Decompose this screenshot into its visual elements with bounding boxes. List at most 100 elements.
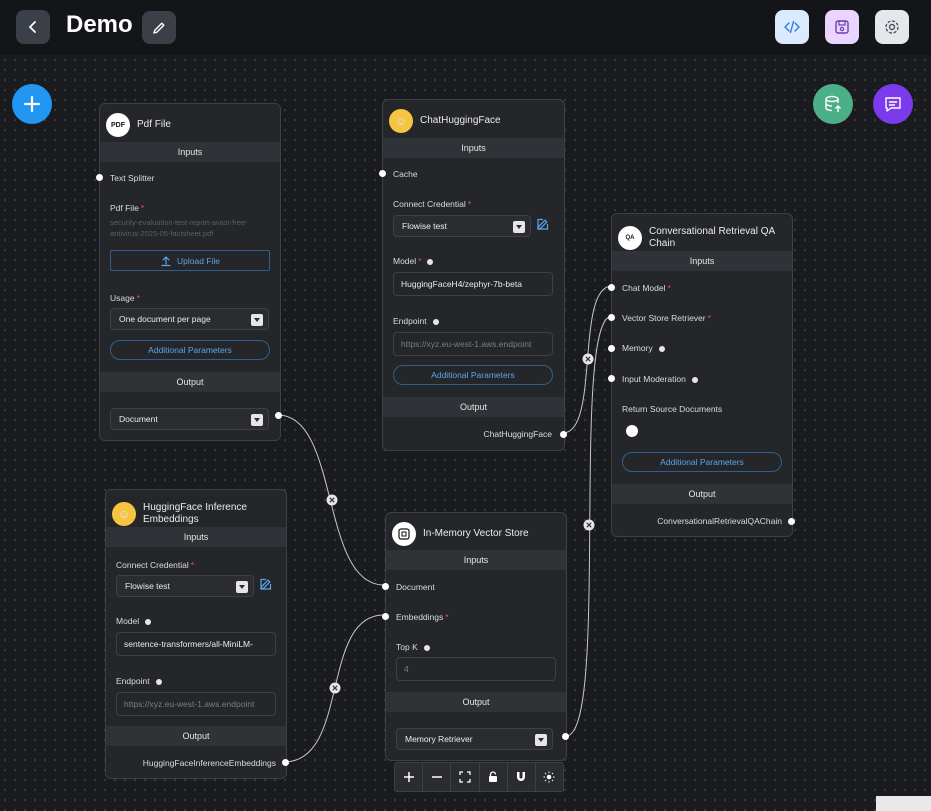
usage-label: Usage *: [110, 293, 140, 303]
topk-label: Top K: [396, 642, 430, 652]
return-source-toggle[interactable]: [626, 425, 650, 437]
text-splitter-label: Text Splitter: [110, 173, 155, 183]
huggingface-icon: ☺: [389, 109, 413, 133]
info-icon: [658, 345, 665, 352]
background-toggle-button[interactable]: [536, 763, 563, 791]
model-label: Model *: [393, 256, 434, 266]
zoom-out-icon: [431, 776, 442, 778]
additional-parameters-button[interactable]: Additional Parameters: [622, 452, 782, 472]
chat-huggingface-node[interactable]: ☺ ChatHuggingFace Inputs Cache Connect C…: [379, 99, 567, 451]
embeddings-output-handle[interactable]: [282, 759, 289, 766]
edge-delete-button[interactable]: [582, 353, 594, 365]
fit-view-button[interactable]: [451, 763, 480, 791]
pdf-file-node[interactable]: PDF Pdf File Inputs Text Splitter Pdf Fi…: [96, 103, 282, 441]
chevron-down-icon: [251, 414, 263, 426]
node-title: In-Memory Vector Store: [423, 528, 529, 539]
pdf-file-label: Pdf File *: [110, 203, 145, 213]
node-title: Pdf File: [137, 119, 171, 130]
sun-icon: [543, 771, 555, 783]
info-icon: [691, 376, 698, 383]
snap-button[interactable]: [508, 763, 536, 791]
model-label: Model: [116, 616, 152, 626]
memory-label: Memory: [622, 343, 665, 353]
lock-button[interactable]: [480, 763, 508, 791]
endpoint-input[interactable]: https://xyz.eu-west-1.aws.endpoint: [393, 332, 553, 356]
chat-model-handle[interactable]: [608, 284, 615, 291]
qa-output-handle[interactable]: [788, 518, 795, 525]
usage-select[interactable]: One document per page: [110, 308, 269, 330]
credential-label: Connect Credential *: [116, 560, 195, 570]
output-header: Output: [612, 484, 792, 504]
credential-label: Connect Credential *: [393, 199, 472, 209]
huggingface-icon: ☺: [112, 502, 136, 526]
node-title: HuggingFace Inference Embeddings: [143, 502, 247, 525]
info-icon: [423, 644, 430, 651]
minimap: [876, 796, 931, 811]
inputs-header: Inputs: [612, 251, 792, 271]
vector-retriever-handle[interactable]: [608, 314, 615, 321]
return-source-label: Return Source Documents: [622, 404, 723, 414]
model-input[interactable]: sentence-transformers/all-MiniLM-: [116, 632, 276, 656]
topk-input[interactable]: 4: [396, 657, 556, 681]
model-input[interactable]: HuggingFaceH4/zephyr-7b-beta: [393, 272, 553, 296]
output-select[interactable]: Document: [110, 408, 269, 430]
info-icon: [427, 258, 434, 265]
output-header: Output: [100, 372, 280, 392]
edit-credential-icon[interactable]: [536, 217, 550, 231]
credential-select[interactable]: Flowise test: [116, 575, 254, 597]
chat-model-label: Chat Model *: [622, 283, 671, 293]
inputs-header: Inputs: [100, 142, 280, 162]
info-icon: [145, 618, 152, 625]
additional-parameters-button[interactable]: Additional Parameters: [393, 365, 553, 385]
cache-handle[interactable]: [379, 170, 386, 177]
edge-delete-button[interactable]: [326, 494, 338, 506]
endpoint-input[interactable]: https://xyz.eu-west-1.aws.endpoint: [116, 692, 276, 716]
document-output-handle[interactable]: [275, 412, 282, 419]
text-splitter-handle[interactable]: [96, 174, 103, 181]
credential-select[interactable]: Flowise test: [393, 215, 531, 237]
pdf-file-name: security-evaluation-test-report-avast-fr…: [110, 218, 248, 238]
document-handle[interactable]: [382, 583, 389, 590]
upload-file-button[interactable]: Upload File: [110, 250, 270, 271]
chat-output-handle[interactable]: [560, 431, 567, 438]
info-icon: [432, 318, 439, 325]
inputs-header: Inputs: [106, 527, 286, 547]
in-memory-vector-store-node[interactable]: In-Memory Vector Store Inputs Document E…: [382, 512, 569, 761]
edge-delete-button[interactable]: [583, 519, 595, 531]
zoom-in-icon: [403, 772, 414, 782]
fit-view-icon: [459, 771, 471, 783]
conversational-qa-chain-node[interactable]: QA Conversational Retrieval QA Chain Inp…: [608, 213, 795, 537]
chevron-down-icon: [535, 734, 547, 746]
output-label: ConversationalRetrievalQAChain: [657, 516, 782, 526]
edit-credential-icon[interactable]: [259, 577, 273, 591]
chevron-down-icon: [251, 314, 263, 326]
endpoint-label: Endpoint: [393, 316, 439, 326]
info-icon: [155, 678, 162, 685]
chevron-down-icon: [513, 221, 525, 233]
node-title: ChatHuggingFace: [420, 115, 501, 126]
inputs-header: Inputs: [386, 550, 566, 570]
output-select[interactable]: Memory Retriever: [396, 728, 553, 750]
memory-handle[interactable]: [608, 345, 615, 352]
additional-parameters-button[interactable]: Additional Parameters: [110, 340, 270, 360]
embeddings-handle[interactable]: [382, 613, 389, 620]
cache-label: Cache: [393, 169, 418, 179]
magnet-icon: [517, 772, 526, 781]
zoom-in-button[interactable]: [395, 763, 424, 791]
vector-store-icon: [392, 522, 416, 546]
retriever-output-handle[interactable]: [562, 733, 569, 740]
hf-embeddings-node[interactable]: ☺ HuggingFace Inference Embeddings Input…: [105, 489, 289, 779]
qa-chain-icon: QA: [618, 226, 642, 250]
endpoint-label: Endpoint: [116, 676, 162, 686]
vector-retriever-label: Vector Store Retriever *: [622, 313, 711, 323]
lock-icon: [489, 771, 498, 782]
zoom-out-button[interactable]: [423, 763, 452, 791]
input-moderation-handle[interactable]: [608, 375, 615, 382]
pdf-icon: PDF: [106, 113, 130, 137]
output-label: ChatHuggingFace: [483, 429, 552, 439]
inputs-header: Inputs: [383, 138, 564, 158]
canvas-controls: [394, 762, 564, 792]
chevron-down-icon: [236, 581, 248, 593]
output-label: HuggingFaceInferenceEmbeddings: [142, 758, 276, 768]
edge-delete-button[interactable]: [329, 682, 341, 694]
